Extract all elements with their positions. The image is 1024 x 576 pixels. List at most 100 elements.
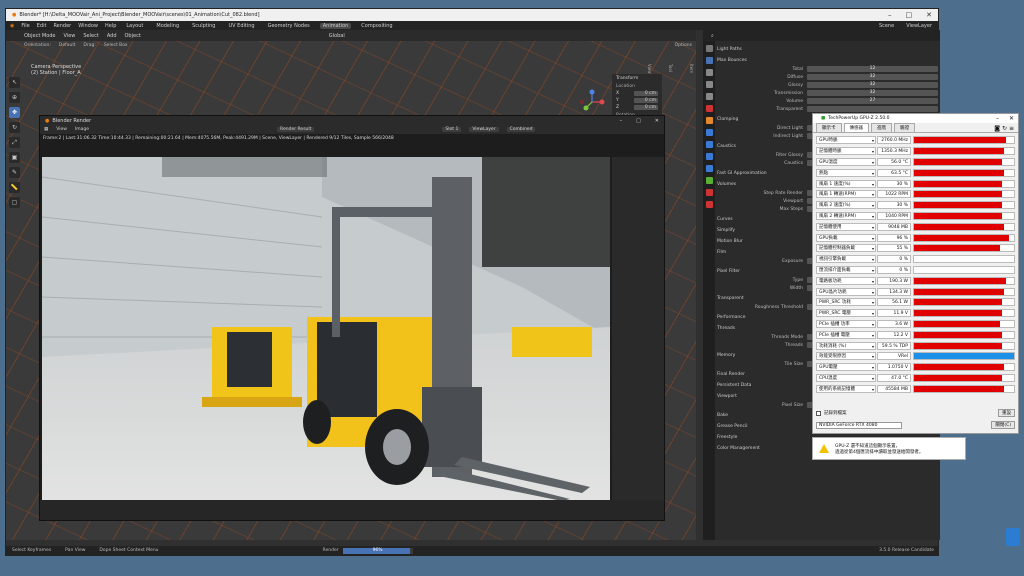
close-gpuz-button[interactable]: 關閉(C) xyxy=(991,421,1015,429)
add-cube-tool-icon[interactable]: ▢ xyxy=(9,197,20,208)
orientation-dropdown[interactable]: Default xyxy=(59,43,75,48)
rotate-tool-icon[interactable]: ↻ xyxy=(9,122,20,133)
viewport-menu-add[interactable]: Add xyxy=(107,33,117,39)
sensor-name-dropdown[interactable]: PWR_SRC 功耗 xyxy=(816,298,876,307)
sensor-name-dropdown[interactable]: 風扇 1 速度(%) xyxy=(816,179,876,188)
minimize-button[interactable]: – xyxy=(996,115,999,122)
world-tab-icon[interactable] xyxy=(705,105,713,112)
sensor-name-dropdown[interactable]: 電路板功耗 xyxy=(816,276,876,285)
blender-menu-icon[interactable]: ◉ xyxy=(10,23,14,29)
property-field[interactable]: 27 xyxy=(807,98,938,104)
panel-header[interactable]: Max Bounces xyxy=(717,57,938,65)
scene-selector[interactable]: Scene xyxy=(879,23,894,29)
close-button[interactable]: ✕ xyxy=(1009,115,1014,122)
tab-compositing[interactable]: Compositing xyxy=(358,23,395,29)
tab-validation[interactable]: 驗證 xyxy=(894,123,915,132)
viewport-menu-view[interactable]: View xyxy=(64,33,76,39)
property-field[interactable]: 32 xyxy=(807,74,938,80)
sensor-name-dropdown[interactable]: 視訊引擎負載 xyxy=(816,255,876,264)
sidebar-tab-view[interactable]: View xyxy=(647,64,652,74)
pass-dropdown[interactable]: Combined xyxy=(506,127,536,132)
maximize-button[interactable]: □ xyxy=(906,11,913,19)
menu-window[interactable]: Window xyxy=(78,23,98,29)
material-tab-icon[interactable] xyxy=(705,189,713,196)
sensor-name-dropdown[interactable]: 記憶體控制器負載 xyxy=(816,244,876,253)
sensor-name-dropdown[interactable]: 記憶體時脈 xyxy=(816,147,876,156)
render-tab-icon[interactable] xyxy=(705,57,713,64)
sensor-name-dropdown[interactable]: 記憶體使用 xyxy=(816,222,876,231)
transform-tool-icon[interactable]: ▣ xyxy=(9,152,20,163)
drag-dropdown[interactable]: Select Box xyxy=(104,43,128,48)
constraints-tab-icon[interactable] xyxy=(705,165,713,172)
sensor-name-dropdown[interactable]: 使用的系統記憶體 xyxy=(816,384,876,393)
minimize-button[interactable]: – xyxy=(620,118,623,124)
view-layer-tab-icon[interactable] xyxy=(705,81,713,88)
cursor-tool-icon[interactable]: ⊕ xyxy=(9,92,20,103)
tool-tab-icon[interactable] xyxy=(705,45,713,52)
sensor-name-dropdown[interactable]: 效能受限原因 xyxy=(816,352,876,361)
sensor-name-dropdown[interactable]: 風扇 2 轉速(RPM) xyxy=(816,211,876,220)
data-tab-icon[interactable] xyxy=(705,177,713,184)
physics-tab-icon[interactable] xyxy=(705,153,713,160)
render-result-selector[interactable]: Render Result xyxy=(277,127,315,132)
tab-geometry-nodes[interactable]: Geometry Nodes xyxy=(265,23,313,29)
sensor-name-dropdown[interactable]: CPU溫度 xyxy=(816,373,876,382)
search-icon[interactable]: ⌕ xyxy=(711,33,714,39)
close-button[interactable]: ✕ xyxy=(926,11,932,19)
sensor-name-dropdown[interactable]: 風扇 2 速度(%) xyxy=(816,201,876,210)
location-y-field[interactable]: 0 cm xyxy=(634,98,658,103)
sensor-name-dropdown[interactable]: PCIe 插槽 功率 xyxy=(816,319,876,328)
menu-file[interactable]: File xyxy=(21,23,29,29)
property-field[interactable]: 32 xyxy=(807,90,938,96)
sensor-name-dropdown[interactable]: GPU晶片功耗 xyxy=(816,287,876,296)
menu-edit[interactable]: Edit xyxy=(37,23,47,29)
options-dropdown[interactable]: Options xyxy=(675,43,696,48)
sensor-name-dropdown[interactable]: 熱點 xyxy=(816,168,876,177)
navigation-gizmo[interactable] xyxy=(578,88,606,116)
tab-sculpting[interactable]: Sculpting xyxy=(189,23,218,29)
modifier-tab-icon[interactable] xyxy=(705,129,713,136)
desktop-app-icon[interactable] xyxy=(1006,528,1020,546)
menu-render[interactable]: Render xyxy=(53,23,71,29)
close-button[interactable]: ✕ xyxy=(655,118,659,124)
gpu-select-dropdown[interactable]: NVIDIA GeForce RTX 4080 xyxy=(816,421,902,429)
sensor-name-dropdown[interactable]: 匯流排介面負載 xyxy=(816,265,876,274)
sensor-name-dropdown[interactable]: PCIe 插槽 電壓 xyxy=(816,330,876,339)
camera-icon[interactable]: ◙ ↻ ≡ xyxy=(994,125,1018,132)
log-to-file-checkbox[interactable] xyxy=(816,410,821,416)
location-x-field[interactable]: 0 cm xyxy=(634,91,658,96)
minimize-button[interactable]: – xyxy=(888,11,892,19)
render-progress-bar[interactable]: 96% xyxy=(342,547,413,554)
tab-sensors[interactable]: 傳感器 xyxy=(843,123,869,132)
particles-tab-icon[interactable] xyxy=(705,141,713,148)
annotate-tool-icon[interactable]: ✎ xyxy=(9,167,20,178)
viewlayer-selector[interactable]: ViewLayer xyxy=(906,23,932,29)
object-mode-dropdown[interactable]: Object Mode xyxy=(24,33,56,39)
scene-tab-icon[interactable] xyxy=(705,93,713,100)
tweak-tool-icon[interactable]: ↖ xyxy=(9,77,20,88)
sensor-name-dropdown[interactable]: PWR_SRC 電壓 xyxy=(816,309,876,318)
sensor-name-dropdown[interactable]: GPU時脈 xyxy=(816,136,876,145)
tab-animation[interactable]: Animation xyxy=(319,22,352,29)
layer-dropdown[interactable]: ViewLayer xyxy=(469,127,499,132)
sensor-name-dropdown[interactable]: 風扇 1 轉速(RPM) xyxy=(816,190,876,199)
scale-tool-icon[interactable]: ⤢ xyxy=(9,137,20,148)
output-tab-icon[interactable] xyxy=(705,69,713,76)
maximize-button[interactable]: □ xyxy=(636,118,641,124)
tab-uv-editing[interactable]: UV Editing xyxy=(225,23,257,29)
move-tool-icon[interactable]: ✥ xyxy=(9,107,20,118)
render-menu-image[interactable]: Image xyxy=(75,127,89,132)
sensor-name-dropdown[interactable]: GPU負載 xyxy=(816,233,876,242)
viewport-menu-object[interactable]: Object xyxy=(125,33,141,39)
object-tab-icon[interactable] xyxy=(705,117,713,124)
tab-modeling[interactable]: Modeling xyxy=(153,23,182,29)
render-menu-view[interactable]: View xyxy=(56,127,67,132)
panel-header[interactable]: Light Paths xyxy=(717,46,938,54)
sensor-name-dropdown[interactable]: GPU溫度 xyxy=(816,157,876,166)
location-z-field[interactable]: 0 cm xyxy=(634,105,658,110)
measure-tool-icon[interactable]: 📏 xyxy=(9,182,20,193)
tab-advanced[interactable]: 進階 xyxy=(871,123,892,132)
transform-space-dropdown[interactable]: Global xyxy=(329,33,345,39)
editor-type-icon[interactable]: ▦ xyxy=(44,127,48,132)
tab-graphics-card[interactable]: 顯示卡 xyxy=(816,123,842,132)
